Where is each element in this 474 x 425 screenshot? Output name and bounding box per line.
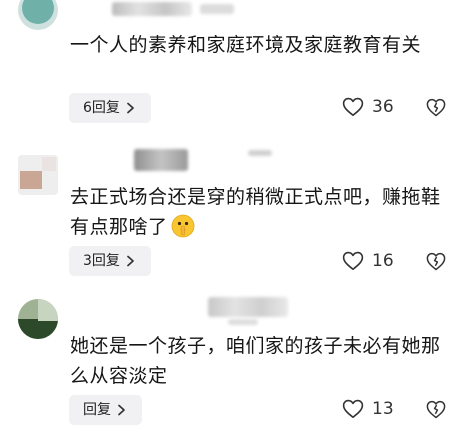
heart-outline-icon — [342, 251, 364, 271]
comment-item: 去正式场合还是穿的稍微正式点吧，赚拖鞋有点那啥了 3回复 16 — [0, 140, 474, 276]
like-button[interactable]: 13 — [342, 399, 394, 419]
chevron-right-icon — [126, 102, 135, 114]
username-blurred[interactable] — [112, 2, 192, 16]
avatar[interactable] — [18, 155, 58, 195]
chevron-right-icon — [126, 255, 135, 267]
like-count: 13 — [372, 399, 394, 419]
broken-heart-outline-icon — [426, 98, 446, 117]
avatar-image — [18, 0, 58, 30]
avatar-image — [18, 155, 58, 195]
avatar-image — [18, 299, 58, 339]
comment-text: 一个人的素养和家庭环境及家庭教育有关 — [70, 34, 422, 56]
username-blurred-extra — [248, 150, 272, 156]
avatar[interactable] — [18, 299, 58, 339]
shushing-face-emoji — [171, 214, 195, 238]
comment-text-content: 去正式场合还是穿的稍微正式点吧，赚拖鞋有点那啥了 — [70, 186, 441, 238]
comment-item: 一个人的素养和家庭环境及家庭教育有关 6回复 36 — [0, 0, 474, 140]
comment-text: 去正式场合还是穿的稍微正式点吧，赚拖鞋有点那啥了 — [70, 182, 450, 242]
chevron-right-icon — [117, 404, 126, 416]
like-count: 36 — [372, 97, 394, 117]
broken-heart-outline-icon — [426, 252, 446, 271]
view-replies-button[interactable]: 3回复 — [69, 246, 151, 276]
dislike-button[interactable] — [426, 252, 446, 271]
like-button[interactable]: 16 — [342, 251, 394, 271]
username-blurred-extra — [228, 319, 258, 325]
view-replies-button[interactable]: 6回复 — [69, 93, 151, 123]
broken-heart-outline-icon — [426, 400, 446, 419]
reply-button[interactable]: 回复 — [69, 395, 142, 425]
username-blurred[interactable] — [208, 297, 288, 317]
dislike-button[interactable] — [426, 98, 446, 117]
reply-count-label: 3回复 — [83, 253, 120, 269]
dislike-button[interactable] — [426, 400, 446, 419]
comment-item: 她还是一个孩子，咱们家的孩子未必有她那么从容淡定 回复 13 — [0, 283, 474, 425]
reply-count-label: 6回复 — [83, 100, 120, 116]
username-blurred-extra — [200, 4, 234, 14]
like-count: 16 — [372, 251, 394, 271]
avatar[interactable] — [18, 0, 58, 30]
reply-label: 回复 — [83, 402, 111, 418]
username-blurred[interactable] — [134, 149, 188, 171]
heart-outline-icon — [342, 97, 364, 117]
like-button[interactable]: 36 — [342, 97, 394, 117]
comment-text: 她还是一个孩子，咱们家的孩子未必有她那么从容淡定 — [70, 335, 441, 387]
heart-outline-icon — [342, 399, 364, 419]
